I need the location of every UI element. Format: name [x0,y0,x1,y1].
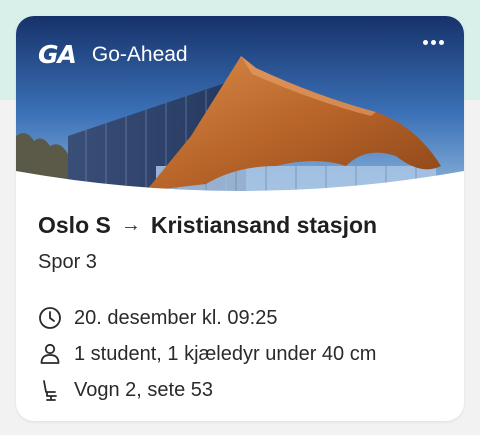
departure-time: 20. desember kl. 09:25 [74,306,278,329]
person-icon [40,343,60,364]
arrow-right-icon: → [120,214,141,236]
route: Oslo S → Kristiansand stasjon [38,212,448,239]
go-ahead-logo: GA [38,40,77,69]
ticket-card[interactable]: GA Go-Ahead Oslo S → Kristiansand stasjo… [16,16,464,421]
destination-station: Kristiansand stasjon [150,212,378,238]
seat-row: Vogn 2, sete 53 [38,372,448,408]
departure-time-row: 20. desember kl. 09:25 [38,300,448,336]
more-horizontal-icon [423,40,428,45]
origin-station: Oslo S [38,212,111,238]
platform: Spor 3 [38,251,97,273]
passengers-row: 1 student, 1 kjæledyr under 40 cm [38,336,448,372]
more-options-button[interactable] [423,40,444,45]
operator-name: Go-Ahead [91,42,188,66]
brand: GA Go-Ahead [38,40,188,69]
seat: Vogn 2, sete 53 [74,378,214,401]
info-list: 20. desember kl. 09:25 1 student, 1 kjæl… [38,300,448,408]
clock-icon [39,307,61,329]
ticket-details: Oslo S → Kristiansand stasjon Spor 3 20.… [38,208,448,408]
passengers: 1 student, 1 kjæledyr under 40 cm [74,342,377,365]
seat-icon [43,380,57,401]
